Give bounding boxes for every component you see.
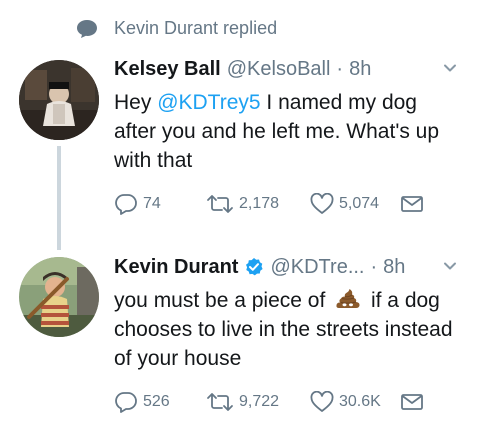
- reply-button[interactable]: 74: [114, 193, 206, 215]
- reply-icon: [115, 392, 137, 413]
- heart-icon: [310, 391, 334, 412]
- tweet-text: Hey @KDTrey5 I named my dog after you an…: [114, 88, 464, 175]
- retweet-count: 9,722: [239, 393, 280, 410]
- timestamp[interactable]: 8h: [349, 58, 371, 81]
- tweet-actions: 74 2,178 5,074: [114, 193, 429, 215]
- like-button[interactable]: 5,074: [310, 193, 400, 215]
- avatar-image: [19, 257, 99, 337]
- avatar-image: [19, 60, 99, 140]
- tweet-text-pre: you must be a piece of: [114, 289, 332, 312]
- like-button[interactable]: 30.6K: [310, 391, 400, 413]
- tweet-text: you must be a piece of if a dog chooses …: [114, 286, 464, 373]
- speech-bubble-icon: [77, 19, 97, 38]
- reply-context: Kevin Durant replied: [76, 18, 277, 39]
- author-name[interactable]: Kevin Durant: [114, 256, 238, 279]
- avatar[interactable]: [19, 257, 99, 337]
- reply-icon: [115, 194, 137, 215]
- direct-message-button[interactable]: [400, 194, 429, 214]
- retweet-icon: [207, 195, 233, 213]
- direct-message-button[interactable]: [400, 392, 429, 412]
- chevron-down-icon[interactable]: [442, 258, 458, 274]
- timestamp[interactable]: 8h: [383, 256, 405, 279]
- reply-count: 526: [143, 393, 170, 410]
- avatar[interactable]: [19, 60, 99, 140]
- like-count: 30.6K: [339, 393, 381, 410]
- pile-of-poo-icon: [336, 289, 360, 308]
- tweet-text-pre: Hey: [114, 91, 158, 114]
- tweet-header: Kevin Durant @KDTre... · 8h: [114, 254, 464, 280]
- envelope-icon: [401, 196, 423, 212]
- tweet-header: Kelsey Ball @KelsoBall · 8h: [114, 56, 464, 82]
- reply-button[interactable]: 526: [114, 391, 206, 413]
- separator: ·: [336, 57, 344, 80]
- tweet-1[interactable]: Kelsey Ball @KelsoBall · 8h Hey @KDTrey5…: [114, 56, 464, 175]
- heart-icon: [310, 193, 334, 214]
- author-handle[interactable]: @KelsoBall: [227, 58, 331, 81]
- author-handle[interactable]: @KDTre...: [270, 256, 364, 279]
- verified-badge-icon: [246, 258, 264, 276]
- reply-context-text: Kevin Durant replied: [114, 18, 278, 38]
- retweet-count: 2,178: [239, 195, 280, 212]
- mention-link[interactable]: @KDTrey5: [157, 91, 260, 114]
- retweet-button[interactable]: 2,178: [206, 194, 310, 214]
- thread-line: [57, 146, 61, 250]
- tweet-2[interactable]: Kevin Durant @KDTre... · 8h you must be …: [114, 254, 464, 373]
- tweet-actions: 526 9,722 30.6K: [114, 391, 429, 413]
- author-name[interactable]: Kelsey Ball: [114, 58, 221, 81]
- like-count: 5,074: [339, 195, 380, 212]
- envelope-icon: [401, 394, 423, 410]
- separator: ·: [370, 255, 378, 278]
- retweet-button[interactable]: 9,722: [206, 392, 310, 412]
- chevron-down-icon[interactable]: [442, 60, 458, 76]
- retweet-icon: [207, 393, 233, 411]
- reply-count: 74: [143, 195, 161, 212]
